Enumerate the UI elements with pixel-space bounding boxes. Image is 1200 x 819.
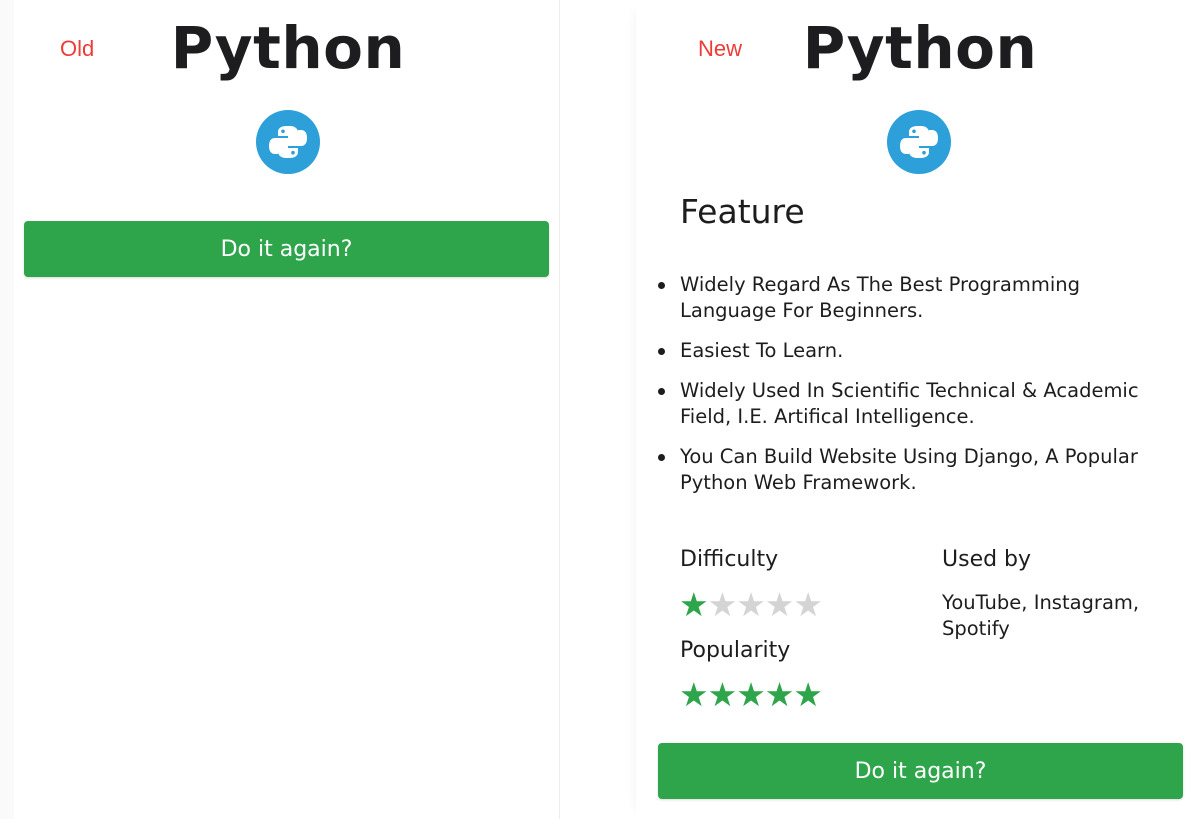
feature-heading: Feature [680,192,805,231]
bullet [658,388,665,395]
page-title: Python [802,14,1038,82]
feature-item: You Can Build Website Using Django, A Po… [658,444,1180,496]
bullet [658,454,665,461]
star-filled-icon: ★ [736,675,766,714]
panel-gap [560,0,636,819]
do-it-again-button[interactable]: Do it again? [658,743,1183,799]
old-panel: Old Python Do it again? [0,0,560,819]
new-panel: New Python Feature Widely Regard As The … [636,0,1200,819]
star-filled-icon: ★ [793,675,823,714]
feature-list: Widely Regard As The Best Programming La… [658,272,1180,510]
used-by-value: YouTube, Instagram, Spotify [942,591,1140,640]
panel-edge [0,0,14,819]
used-by-label: Used by [942,547,1032,572]
star-filled-icon: ★ [707,675,738,714]
difficulty-label: Difficulty [680,547,779,572]
feature-item: Widely Used In Scientific Technical & Ac… [658,378,1180,430]
difficulty-rating: ★★★★★ [679,585,823,624]
do-it-again-button[interactable]: Do it again? [24,221,549,277]
feature-text: You Can Build Website Using Django, A Po… [680,445,1138,494]
star-filled-icon: ★ [679,675,709,714]
star-empty-icon: ★ [707,585,738,624]
feature-text: Widely Regard As The Best Programming La… [680,273,1081,322]
popularity-label: Popularity [680,638,791,663]
bullet [658,348,665,355]
star-empty-icon: ★ [764,585,795,624]
feature-item: Easiest To Learn. [658,338,1180,364]
comparison-page: Old Python Do it again? New Python Featu… [0,0,1200,819]
feature-text: Easiest To Learn. [680,339,844,362]
popularity-rating: ★★★★★ [679,675,823,714]
star-empty-icon: ★ [736,585,766,624]
bullet [658,282,665,289]
star-empty-icon: ★ [793,585,823,624]
page-title: Python [170,14,406,82]
feature-text: Widely Used In Scientific Technical & Ac… [680,379,1139,428]
star-filled-icon: ★ [679,585,709,624]
star-filled-icon: ★ [764,675,795,714]
feature-item: Widely Regard As The Best Programming La… [658,272,1180,324]
python-icon [256,110,320,174]
python-icon [887,110,951,174]
